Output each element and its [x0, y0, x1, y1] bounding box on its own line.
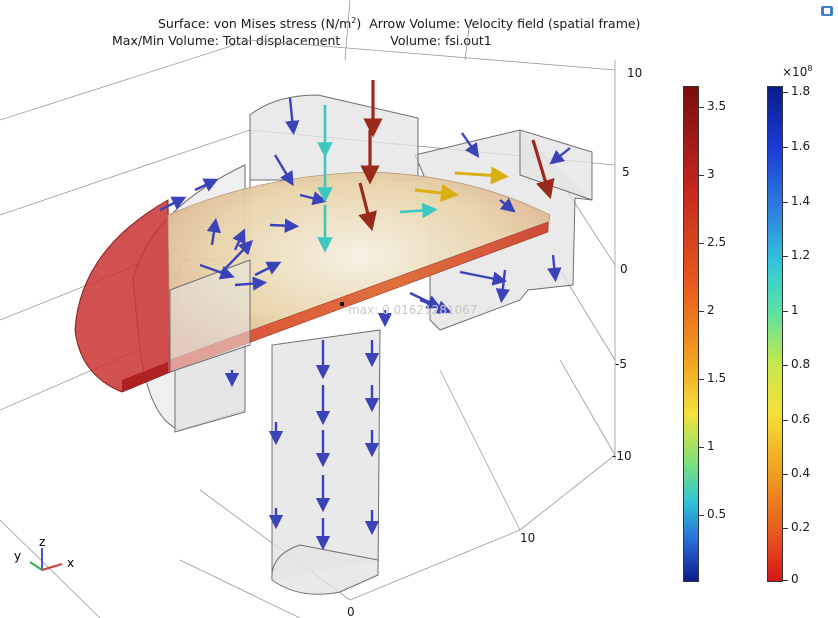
- colorbar-tick-label: 1: [791, 303, 799, 317]
- max-marker-label: max: 0.01621281067: [348, 303, 477, 317]
- colorbar-tick-label: 0.5: [707, 507, 727, 521]
- colorbar-tick-mark: [783, 92, 788, 93]
- colorbar-tick-mark: [783, 580, 788, 581]
- colorbar-tick-label: 1.8: [791, 84, 811, 98]
- colorbar-tick-mark: [699, 175, 704, 176]
- colorbar-tick-mark: [783, 420, 788, 421]
- deformed-plate-left: [74, 199, 171, 393]
- colorbar-tick-mark: [783, 256, 788, 257]
- colorbar-tick-label: 2.5: [707, 235, 727, 249]
- colorbar-tick-label: 0.4: [791, 466, 811, 480]
- colorbar-tick-label: 3: [707, 167, 715, 181]
- colorbar-tick-mark: [699, 379, 704, 380]
- multiplier-base: ×10: [782, 65, 808, 79]
- grid-label-bottom-0: 10: [520, 531, 535, 545]
- colorbar-tick-mark: [783, 202, 788, 203]
- stress-colorbar: [767, 86, 783, 582]
- colorbar-tick-label: 1.4: [791, 194, 811, 208]
- grid-label-right-1: 5: [622, 165, 630, 179]
- colorbar-tick-label: 1.5: [707, 371, 727, 385]
- colorbar-tick-mark: [783, 474, 788, 475]
- colorbar-tick-mark: [783, 365, 788, 366]
- axis-triad: y z x: [14, 535, 74, 571]
- colorbar-tick-mark: [783, 528, 788, 529]
- grid-label-right-4: -10: [612, 449, 632, 463]
- colorbar-tick-label: 0.6: [791, 412, 811, 426]
- triad-x-label: x: [67, 556, 74, 570]
- colorbar-tick-mark: [699, 107, 704, 108]
- colorbar-tick-label: 0.8: [791, 357, 811, 371]
- colorbar-tick-mark: [699, 515, 704, 516]
- colorbar-tick-label: 0: [791, 572, 799, 586]
- multiplier-exponent: 8: [807, 64, 813, 73]
- colorbar-tick-mark: [699, 311, 704, 312]
- grid-label-right-2: 0: [620, 262, 628, 276]
- max-marker: [340, 302, 344, 306]
- inlet-pipe: [174, 329, 381, 595]
- colorbar-tick-label: 1.6: [791, 139, 811, 153]
- colorbar-tick-label: 3.5: [707, 99, 727, 113]
- grid-label-right-0: 10: [627, 66, 642, 80]
- colorbar-tick-mark: [699, 447, 704, 448]
- colorbar-tick-label: 0.2: [791, 520, 811, 534]
- triad-y-label: y: [14, 549, 21, 563]
- displacement-colorbar: [683, 86, 699, 582]
- colorbar-tick-mark: [699, 243, 704, 244]
- stress-colorbar-multiplier: ×108: [782, 64, 812, 79]
- grid-label-bottom-1: 0: [347, 605, 355, 618]
- colorbar-tick-label: 2: [707, 303, 715, 317]
- grid-label-right-3: -5: [615, 357, 627, 371]
- colorbar-tick-mark: [783, 147, 788, 148]
- colorbar-tick-label: 1: [707, 439, 715, 453]
- colorbar-tick-mark: [783, 311, 788, 312]
- triad-z-label: z: [39, 535, 45, 549]
- colorbar-tick-label: 1.2: [791, 248, 811, 262]
